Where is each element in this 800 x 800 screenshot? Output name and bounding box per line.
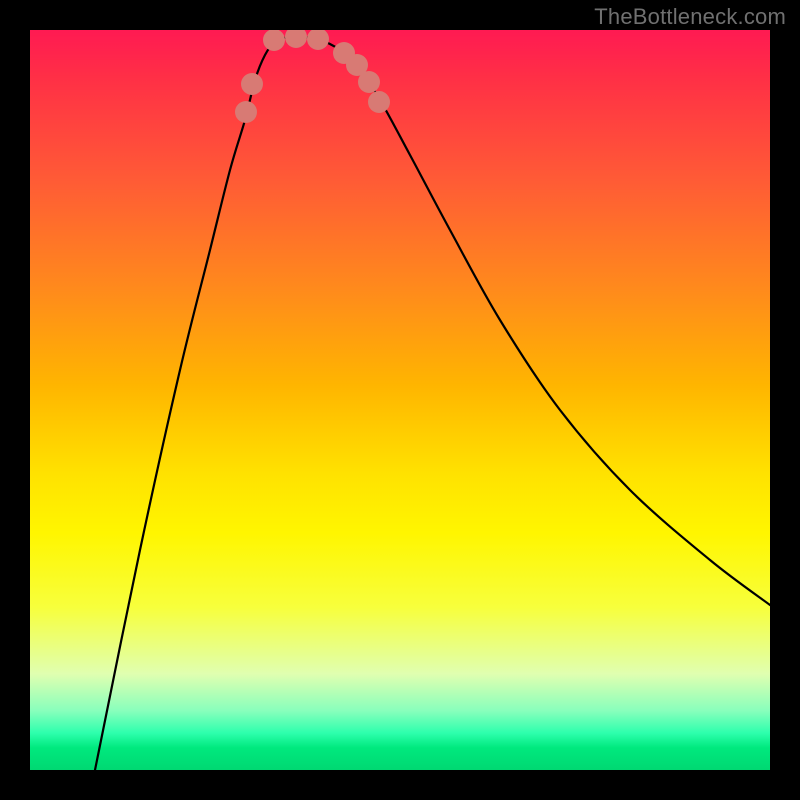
marker-point bbox=[235, 101, 257, 123]
marker-point bbox=[241, 73, 263, 95]
marker-point bbox=[263, 30, 285, 51]
marker-point bbox=[285, 30, 307, 48]
marker-point bbox=[358, 71, 380, 93]
marker-group bbox=[235, 30, 390, 123]
marker-point bbox=[307, 30, 329, 50]
chart-container: TheBottleneck.com bbox=[0, 0, 800, 800]
bottleneck-curve bbox=[95, 37, 770, 770]
curve-svg bbox=[30, 30, 770, 770]
marker-point bbox=[368, 91, 390, 113]
plot-area bbox=[30, 30, 770, 770]
watermark-text: TheBottleneck.com bbox=[594, 4, 786, 30]
